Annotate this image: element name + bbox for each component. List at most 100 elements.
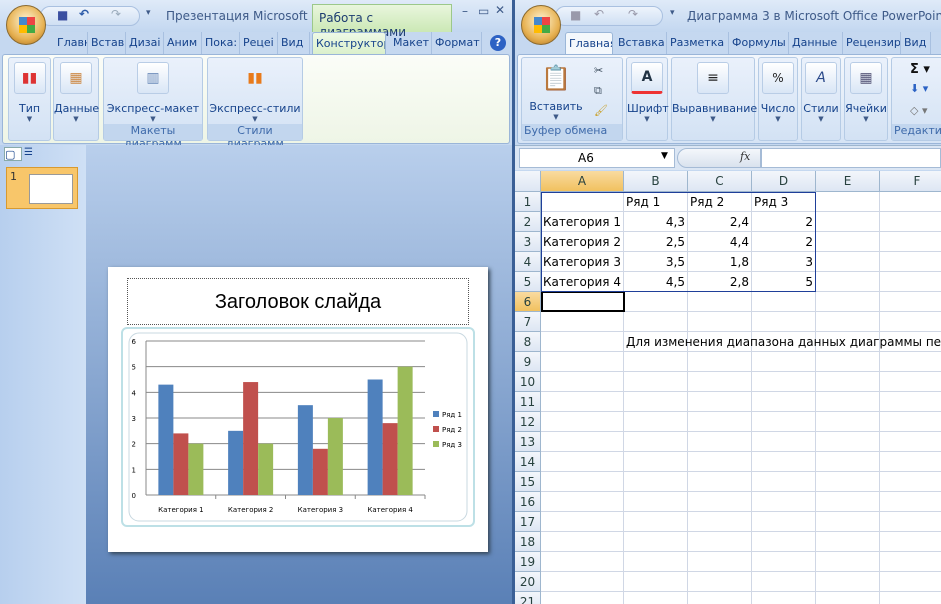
table-cell[interactable] (752, 352, 816, 372)
row-header[interactable]: 4 (515, 252, 541, 272)
fill-icon[interactable]: ⬇ ▾ (910, 82, 928, 95)
row-header[interactable]: 13 (515, 432, 541, 452)
table-cell[interactable] (752, 492, 816, 512)
table-cell[interactable] (541, 552, 624, 572)
table-cell[interactable] (880, 292, 941, 312)
table-cell[interactable] (880, 532, 941, 552)
table-cell[interactable] (880, 412, 941, 432)
table-cell[interactable]: Категория 2 (541, 232, 624, 252)
table-cell[interactable] (541, 392, 624, 412)
table-cell[interactable] (688, 512, 752, 532)
table-cell[interactable] (752, 552, 816, 572)
tab-chart-layout[interactable]: Макет (390, 32, 432, 54)
table-cell[interactable] (816, 412, 880, 432)
font-button[interactable]: A Шрифт ▼ (627, 62, 669, 123)
table-cell[interactable]: Ряд 1 (624, 192, 688, 212)
table-cell[interactable] (541, 452, 624, 472)
row-header[interactable]: 1 (515, 192, 541, 212)
table-cell[interactable] (624, 452, 688, 472)
qat-customize-icon[interactable]: ▾ (670, 8, 675, 18)
table-cell[interactable] (541, 412, 624, 432)
tab-home[interactable]: Главн (54, 32, 88, 54)
table-cell[interactable]: 3,5 (624, 252, 688, 272)
table-cell[interactable] (752, 372, 816, 392)
table-cell[interactable]: 3 (752, 252, 816, 272)
table-cell[interactable]: Категория 1 (541, 212, 624, 232)
table-cell[interactable] (624, 572, 688, 592)
table-cell[interactable] (816, 352, 880, 372)
table-cell[interactable] (688, 592, 752, 604)
table-cell[interactable] (816, 192, 880, 212)
table-cell[interactable] (541, 492, 624, 512)
table-cell[interactable] (880, 472, 941, 492)
table-cell[interactable] (816, 252, 880, 272)
table-cell[interactable] (624, 432, 688, 452)
table-cell[interactable]: Категория 4 (541, 272, 624, 292)
formula-input[interactable] (761, 148, 941, 168)
table-cell[interactable] (624, 592, 688, 604)
table-cell[interactable] (624, 352, 688, 372)
slides-tab[interactable]: ▢ (4, 147, 22, 161)
tab-view[interactable]: Вид (278, 32, 310, 54)
tab-animations[interactable]: Аним (164, 32, 202, 54)
table-cell[interactable] (688, 372, 752, 392)
format-painter-icon[interactable]: 🖌 (594, 104, 608, 117)
table-cell[interactable] (752, 472, 816, 492)
tab-data[interactable]: Данные (789, 32, 843, 54)
cut-icon[interactable]: ✂ (594, 64, 603, 77)
undo-icon[interactable]: ↶ (594, 7, 604, 21)
table-cell[interactable] (816, 492, 880, 512)
table-cell[interactable] (688, 292, 752, 312)
paste-button[interactable]: 📋 Вставить ▼ (526, 62, 586, 121)
table-cell[interactable] (880, 432, 941, 452)
table-cell[interactable] (816, 572, 880, 592)
table-cell[interactable] (880, 572, 941, 592)
table-cell[interactable] (541, 472, 624, 492)
row-header[interactable]: 5 (515, 272, 541, 292)
change-chart-type-button[interactable]: ▮▮ Тип ▼ (9, 62, 50, 123)
table-cell[interactable] (541, 372, 624, 392)
table-cell[interactable] (880, 552, 941, 572)
tab-home[interactable]: Главная (565, 32, 613, 54)
row-header[interactable]: 16 (515, 492, 541, 512)
table-cell[interactable] (816, 232, 880, 252)
tab-page-layout[interactable]: Разметка (667, 32, 729, 54)
name-box-dropdown-icon[interactable]: ▼ (661, 151, 668, 161)
table-cell[interactable] (880, 452, 941, 472)
table-cell[interactable]: 2 (752, 232, 816, 252)
table-cell[interactable] (880, 512, 941, 532)
table-cell[interactable] (688, 312, 752, 332)
table-cell[interactable] (541, 572, 624, 592)
table-cell[interactable] (688, 552, 752, 572)
table-cell[interactable] (816, 292, 880, 312)
table-cell[interactable] (816, 272, 880, 292)
column-header[interactable]: B (624, 171, 688, 192)
cells-button[interactable]: ▦ Ячейки ▼ (845, 62, 887, 123)
column-header[interactable]: F (880, 171, 941, 192)
table-cell[interactable] (624, 392, 688, 412)
table-cell[interactable] (816, 372, 880, 392)
table-cell[interactable] (624, 552, 688, 572)
office-button[interactable] (521, 5, 561, 45)
row-header[interactable]: 21 (515, 592, 541, 604)
row-header[interactable]: 3 (515, 232, 541, 252)
slide-thumbnail[interactable]: 1 (6, 167, 78, 209)
row-header[interactable]: 14 (515, 452, 541, 472)
table-cell[interactable] (688, 492, 752, 512)
table-cell[interactable] (816, 532, 880, 552)
close-icon[interactable]: ✕ (495, 3, 505, 17)
quick-layout-button[interactable]: ▥ Экспресс-макет ▼ (104, 62, 202, 123)
row-header[interactable]: 18 (515, 532, 541, 552)
table-cell[interactable] (880, 232, 941, 252)
table-cell[interactable] (688, 432, 752, 452)
row-header[interactable]: 2 (515, 212, 541, 232)
table-cell[interactable]: 2,5 (624, 232, 688, 252)
table-cell[interactable]: 2 (752, 212, 816, 232)
table-cell[interactable] (688, 352, 752, 372)
outline-tab[interactable]: ☰ (24, 147, 42, 161)
table-cell[interactable] (541, 332, 624, 352)
row-header[interactable]: 12 (515, 412, 541, 432)
table-cell[interactable] (624, 472, 688, 492)
slide[interactable]: Заголовок слайда 0 1 2 3 4 5 6 Категория 1 Катег… (108, 267, 488, 552)
table-cell[interactable] (816, 472, 880, 492)
